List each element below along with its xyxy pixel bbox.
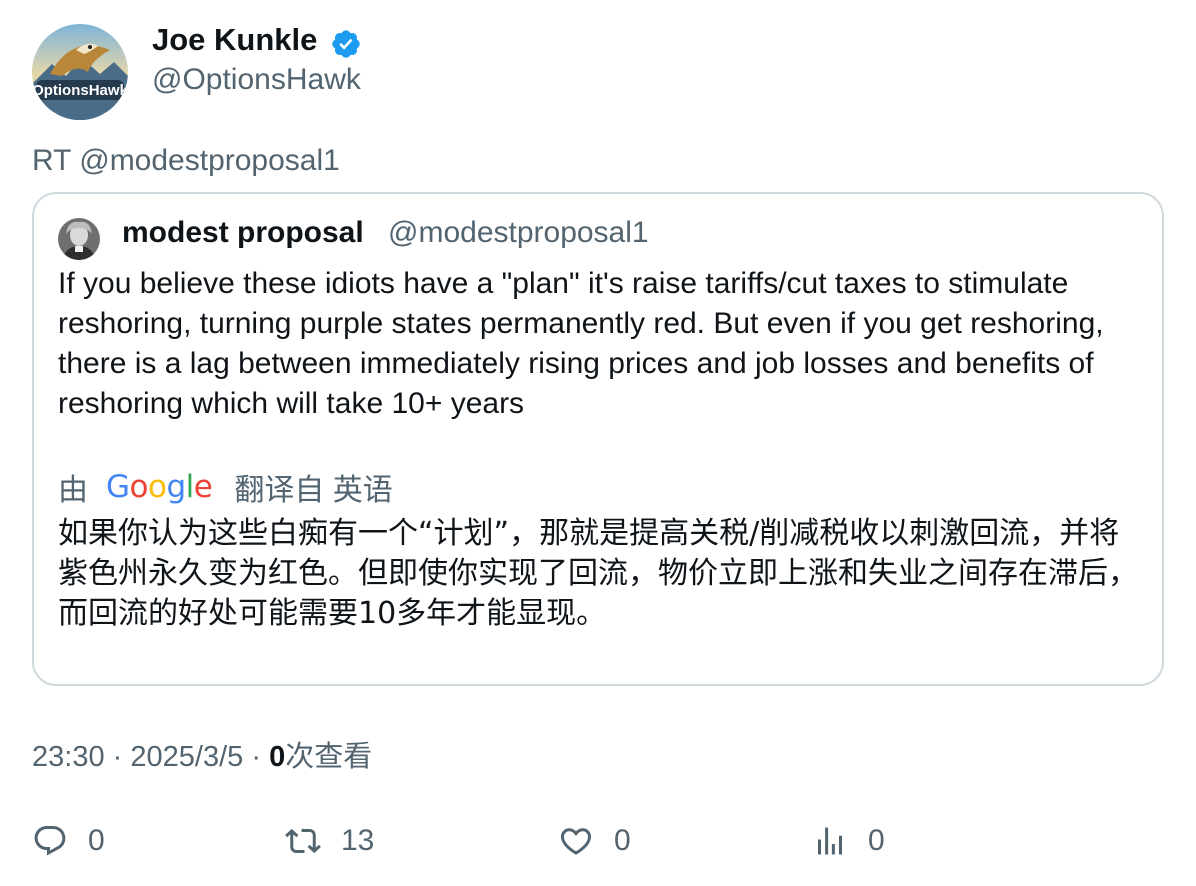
quoted-tweet-card[interactable]: modest proposal @modestproposal1 If you … (32, 192, 1164, 686)
views-count: 0 (269, 741, 286, 773)
author-display-name[interactable]: Joe Kunkle (152, 22, 317, 58)
google-logo: Google (106, 469, 213, 505)
translation-suffix: 翻译自 英语 (234, 474, 393, 507)
heart-icon (560, 828, 592, 855)
views-action-count: 0 (868, 824, 885, 857)
reply-icon (34, 826, 66, 856)
translation-prefix: 由 (58, 474, 88, 507)
translated-text: 如果你认为这些白痴有一个“计划”，那就是提高关税/削减税收以刺激回流，并将紫色州… (58, 516, 1138, 631)
meta-separator: · (112, 741, 123, 773)
retweet-button[interactable]: 13 (285, 820, 374, 862)
tweet-date[interactable]: 2025/3/5 (130, 741, 243, 773)
reply-button[interactable]: 0 (32, 820, 105, 862)
like-button[interactable]: 0 (558, 820, 631, 862)
tweet-meta: 23:30 · 2025/3/5 · 0次查看 (32, 733, 372, 775)
author-avatar[interactable]: OptionsHawk (32, 24, 128, 120)
quoted-handle[interactable]: @modestproposal1 (388, 216, 649, 250)
like-count: 0 (614, 824, 631, 857)
reply-count: 0 (88, 824, 105, 857)
author-handle[interactable]: @OptionsHawk (152, 63, 361, 97)
avatar-logo-text: OptionsHawk (32, 82, 128, 99)
analytics-icon (818, 827, 842, 855)
quoted-display-name[interactable]: modest proposal (122, 216, 364, 250)
retweet-count: 13 (341, 824, 375, 857)
verified-badge-icon (332, 30, 360, 58)
views-button[interactable]: 0 (812, 820, 885, 862)
retweet-line: RT @modestproposal1 (32, 144, 340, 177)
meta-separator: · (251, 741, 261, 773)
views-label: 次查看 (285, 741, 373, 773)
tweet-time[interactable]: 23:30 (32, 741, 105, 773)
translation-attribution: 由 Google 翻译自 英语 (58, 466, 393, 508)
retweet-icon (285, 828, 321, 854)
quoted-text: If you believe these idiots have a "plan… (58, 267, 1104, 420)
quoted-avatar[interactable] (58, 218, 100, 260)
